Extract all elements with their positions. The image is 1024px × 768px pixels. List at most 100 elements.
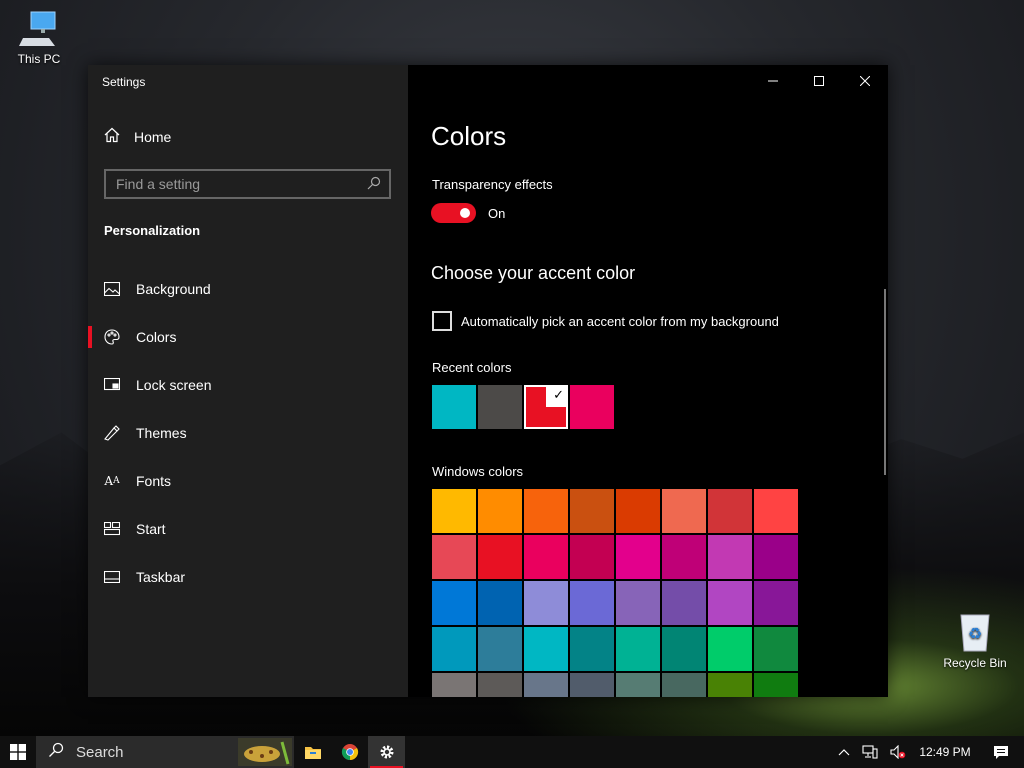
- sidebar-item-background[interactable]: Background: [88, 265, 408, 313]
- windows-color-swatch[interactable]: [662, 627, 706, 671]
- scrollbar[interactable]: [884, 289, 886, 475]
- taskbar-app-settings[interactable]: [368, 736, 405, 768]
- windows-color-swatch[interactable]: [524, 535, 568, 579]
- sidebar-item-themes[interactable]: Themes: [88, 409, 408, 457]
- home-link[interactable]: Home: [104, 127, 171, 146]
- windows-color-swatch[interactable]: [708, 673, 752, 697]
- windows-color-swatch[interactable]: [524, 581, 568, 625]
- windows-color-swatch[interactable]: [662, 673, 706, 697]
- lock-screen-icon: [104, 377, 120, 393]
- window-controls: [750, 65, 888, 97]
- windows-color-swatch[interactable]: [570, 627, 614, 671]
- windows-color-swatch[interactable]: [478, 673, 522, 697]
- sidebar-item-lock-screen[interactable]: Lock screen: [88, 361, 408, 409]
- sidebar-item-fonts[interactable]: AA Fonts: [88, 457, 408, 505]
- home-label: Home: [134, 128, 172, 145]
- sidebar-item-colors[interactable]: Colors: [88, 313, 408, 361]
- windows-color-swatch[interactable]: [570, 673, 614, 697]
- windows-color-swatch[interactable]: [524, 489, 568, 533]
- windows-colors-grid: [432, 489, 798, 697]
- windows-color-swatch[interactable]: [662, 581, 706, 625]
- recent-colors-label: Recent colors: [432, 360, 512, 375]
- sidebar-item-label: Start: [136, 521, 166, 537]
- maximize-button[interactable]: [796, 65, 842, 97]
- notification-icon: [994, 745, 1008, 759]
- windows-color-swatch[interactable]: [754, 673, 798, 697]
- desktop-icon-this-pc[interactable]: This PC: [4, 8, 74, 66]
- windows-color-swatch[interactable]: [570, 535, 614, 579]
- recent-color-swatch[interactable]: [478, 385, 522, 429]
- taskbar-icon: [104, 569, 120, 585]
- windows-color-swatch[interactable]: [432, 627, 476, 671]
- taskbar-app-file-explorer[interactable]: [294, 736, 331, 768]
- checkmark-icon: ✓: [553, 387, 564, 402]
- windows-color-swatch[interactable]: [432, 673, 476, 697]
- windows-color-swatch[interactable]: [478, 535, 522, 579]
- windows-color-swatch[interactable]: [708, 535, 752, 579]
- windows-color-swatch[interactable]: [570, 581, 614, 625]
- windows-color-swatch[interactable]: [478, 489, 522, 533]
- windows-color-swatch[interactable]: [524, 627, 568, 671]
- recent-color-swatch[interactable]: [570, 385, 614, 429]
- windows-color-swatch[interactable]: [432, 489, 476, 533]
- volume-muted-icon: [890, 745, 906, 759]
- clock[interactable]: 12:49 PM: [912, 736, 978, 768]
- sidebar-item-label: Fonts: [136, 473, 172, 489]
- sidebar-item-start[interactable]: Start: [88, 505, 408, 553]
- windows-color-swatch[interactable]: [662, 489, 706, 533]
- recent-color-swatch[interactable]: [432, 385, 476, 429]
- recent-color-swatch[interactable]: ✓: [524, 385, 568, 429]
- sidebar-item-taskbar[interactable]: Taskbar: [88, 553, 408, 601]
- auto-pick-label: Automatically pick an accent color from …: [461, 313, 779, 329]
- windows-colors-label: Windows colors: [432, 464, 524, 479]
- windows-color-swatch[interactable]: [708, 489, 752, 533]
- minimize-button[interactable]: [750, 65, 796, 97]
- toggle-knob: [460, 208, 470, 218]
- windows-color-swatch[interactable]: [616, 535, 660, 579]
- search-icon[interactable]: [367, 176, 381, 193]
- transparency-label: Transparency effects: [432, 177, 553, 192]
- windows-color-swatch[interactable]: [478, 581, 522, 625]
- desktop-icon-recycle-bin[interactable]: ♻ Recycle Bin: [940, 612, 1010, 670]
- windows-color-swatch[interactable]: [616, 627, 660, 671]
- close-button[interactable]: [842, 65, 888, 97]
- start-button[interactable]: [0, 736, 36, 768]
- windows-color-swatch[interactable]: [432, 581, 476, 625]
- auto-pick-checkbox-row[interactable]: Automatically pick an accent color from …: [432, 311, 779, 331]
- windows-color-swatch[interactable]: [478, 627, 522, 671]
- windows-color-swatch[interactable]: [616, 673, 660, 697]
- windows-color-swatch[interactable]: [754, 489, 798, 533]
- windows-color-swatch[interactable]: [708, 627, 752, 671]
- network-button[interactable]: [856, 736, 884, 768]
- volume-button[interactable]: [884, 736, 912, 768]
- windows-color-swatch[interactable]: [754, 627, 798, 671]
- themes-icon: [104, 425, 120, 441]
- fonts-icon: AA: [104, 474, 120, 488]
- auto-pick-checkbox[interactable]: [432, 311, 452, 331]
- desktop-icon-label: This PC: [17, 52, 61, 66]
- windows-logo-icon: [10, 744, 26, 760]
- app-title: Settings: [102, 75, 146, 89]
- sidebar-item-label: Lock screen: [136, 377, 212, 393]
- svg-text:♻: ♻: [968, 624, 982, 643]
- windows-color-swatch[interactable]: [662, 535, 706, 579]
- windows-color-swatch[interactable]: [432, 535, 476, 579]
- accent-heading: Choose your accent color: [431, 263, 636, 283]
- windows-color-swatch[interactable]: [616, 489, 660, 533]
- windows-color-swatch[interactable]: [570, 489, 614, 533]
- system-tray: 12:49 PM: [832, 736, 1024, 768]
- windows-color-swatch[interactable]: [754, 581, 798, 625]
- computer-icon: [18, 8, 60, 48]
- windows-color-swatch[interactable]: [754, 535, 798, 579]
- windows-color-swatch[interactable]: [524, 673, 568, 697]
- taskbar-app-chrome[interactable]: [331, 736, 368, 768]
- page-title: Colors: [431, 121, 507, 151]
- windows-color-swatch[interactable]: [708, 581, 752, 625]
- windows-color-swatch[interactable]: [616, 581, 660, 625]
- find-setting-search[interactable]: Find a setting: [104, 169, 391, 199]
- transparency-toggle[interactable]: [431, 203, 476, 223]
- taskbar-search-box[interactable]: Search: [36, 736, 294, 768]
- sidebar-item-label: Background: [136, 281, 211, 297]
- action-center-button[interactable]: [978, 736, 1024, 768]
- show-hidden-icons-button[interactable]: [832, 736, 856, 768]
